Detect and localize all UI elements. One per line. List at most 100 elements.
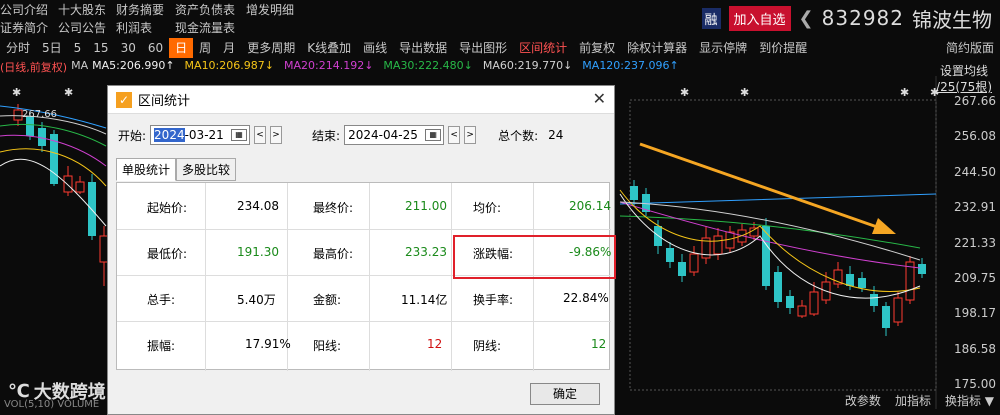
menu-security-intro[interactable]: 证券简介 bbox=[0, 19, 48, 36]
ma30-value: MA30:222.480↓ bbox=[383, 59, 473, 72]
tab-single-stock[interactable]: 单股统计 bbox=[116, 158, 177, 181]
add-indicator-button[interactable]: 加指标 bbox=[895, 392, 931, 409]
up-candles-label: 阳线: bbox=[313, 339, 342, 353]
open-price-label: 起始价: bbox=[147, 201, 188, 215]
tb-week[interactable]: 周 bbox=[193, 38, 217, 58]
ma-prefix: MA bbox=[71, 59, 89, 72]
low-price-label: 最低价: bbox=[147, 247, 188, 261]
axis-tick: 244.50 bbox=[954, 165, 996, 179]
margin-badge[interactable]: 融 bbox=[701, 7, 721, 29]
tb-forward-adjust[interactable]: 前复权 bbox=[573, 38, 621, 58]
count-label: 总个数: bbox=[498, 128, 539, 143]
app-check-icon: ✓ bbox=[116, 91, 132, 108]
tb-day[interactable]: 日 bbox=[169, 38, 194, 58]
tb-60min[interactable]: 60 bbox=[142, 38, 169, 58]
event-marker-icon[interactable]: ✱ bbox=[900, 86, 909, 99]
menu-balance-sheet[interactable]: 资产负债表 bbox=[175, 1, 235, 18]
switch-indicator-button[interactable]: 换指标 ▼ bbox=[945, 392, 994, 409]
tb-5day[interactable]: 5日 bbox=[36, 38, 68, 58]
event-marker-icon[interactable]: ✱ bbox=[64, 86, 73, 99]
ma5-value: MA5:206.990↑ bbox=[92, 59, 175, 72]
menu-income-statement[interactable]: 利润表 bbox=[116, 19, 152, 36]
event-marker-icon[interactable]: ✱ bbox=[12, 86, 21, 99]
event-marker-icon[interactable]: ✱ bbox=[740, 86, 749, 99]
tb-more-periods[interactable]: 更多周期 bbox=[241, 38, 301, 58]
candle-body bbox=[846, 274, 854, 286]
change-params-button[interactable]: 改参数 bbox=[845, 392, 881, 409]
count-value: 24 bbox=[548, 128, 564, 142]
add-watchlist-button[interactable]: 加入自选 bbox=[728, 5, 791, 31]
menu-cashflow[interactable]: 现金流量表 bbox=[175, 19, 235, 36]
amplitude-value: 17.91% bbox=[245, 337, 291, 351]
amount-label: 金额: bbox=[313, 293, 342, 307]
menu-issuance-details[interactable]: 增发明细 bbox=[246, 1, 294, 18]
axis-tick: 256.08 bbox=[954, 129, 996, 143]
tb-simple-layout[interactable]: 简约版面 bbox=[940, 38, 1000, 58]
date-row: 开始: 2024-03-21 ▦ < > 结束: 2024-04-25 ▦ < … bbox=[118, 125, 563, 145]
stock-header: 融 加入自选 ❮ 832982 锦波生物 bbox=[701, 4, 992, 32]
ma120-value: MA120:237.096↑ bbox=[582, 59, 679, 72]
tb-draw-line[interactable]: 画线 bbox=[357, 38, 393, 58]
calendar-icon[interactable]: ▦ bbox=[425, 129, 442, 141]
high-price-label: 最高价: bbox=[313, 247, 354, 261]
menu-company-intro[interactable]: 公司介绍 bbox=[0, 1, 48, 18]
tb-show-suspension[interactable]: 显示停牌 bbox=[693, 38, 753, 58]
candle-body bbox=[893, 297, 903, 323]
axis-tick: 232.91 bbox=[954, 200, 996, 214]
tb-ex-rights-calc[interactable]: 除权计算器 bbox=[621, 38, 693, 58]
candle-body bbox=[918, 264, 926, 274]
candle-body bbox=[870, 294, 878, 306]
avg-price-label: 均价: bbox=[473, 201, 502, 215]
menu-announcements[interactable]: 公司公告 bbox=[58, 19, 106, 36]
menu-financial-summary[interactable]: 财务摘要 bbox=[116, 1, 164, 18]
volume-label: 总手: bbox=[147, 293, 176, 307]
start-prev-button[interactable]: < bbox=[254, 126, 267, 144]
up-candles-value: 12 bbox=[427, 337, 443, 351]
tb-export-data[interactable]: 导出数据 bbox=[393, 38, 453, 58]
end-prev-button[interactable]: < bbox=[448, 126, 461, 144]
candle-body bbox=[666, 248, 674, 262]
close-icon[interactable]: ✕ bbox=[593, 89, 606, 108]
tb-intraday[interactable]: 分时 bbox=[0, 38, 36, 58]
high-price-value: 233.23 bbox=[405, 245, 447, 259]
event-marker-icon[interactable]: ✱ bbox=[930, 86, 939, 99]
start-date-input[interactable]: 2024-03-21 ▦ bbox=[150, 125, 251, 145]
start-label: 开始: bbox=[118, 128, 147, 143]
tb-5min[interactable]: 5 bbox=[68, 38, 88, 58]
change-highlight-box bbox=[453, 235, 616, 279]
candle-body bbox=[689, 253, 699, 273]
end-date-input[interactable]: 2024-04-25 ▦ bbox=[344, 125, 445, 145]
candle-body bbox=[809, 291, 819, 315]
tb-export-graph[interactable]: 导出图形 bbox=[453, 38, 513, 58]
tb-range-stats[interactable]: 区间统计 bbox=[513, 38, 573, 58]
tb-price-alert[interactable]: 到价提醒 bbox=[753, 38, 813, 58]
end-next-button[interactable]: > bbox=[464, 126, 477, 144]
close-price-value: 211.00 bbox=[405, 199, 447, 213]
period-toolbar: 分时 5日 5 15 30 60 日 周 月 更多周期 K线叠加 画线 导出数据… bbox=[0, 38, 1000, 58]
menu-top10-holders[interactable]: 十大股东 bbox=[58, 1, 106, 18]
axis-tick: 186.58 bbox=[954, 342, 996, 356]
axis-tick: 175.00 bbox=[954, 377, 996, 391]
candle-body bbox=[882, 306, 890, 328]
ma10-value: MA10:206.987↓ bbox=[184, 59, 274, 72]
dialog-titlebar: ✓ 区间统计 bbox=[108, 86, 614, 114]
event-marker-icon[interactable]: ✱ bbox=[680, 86, 689, 99]
tab-multi-stock[interactable]: 多股比较 bbox=[176, 158, 237, 181]
candle-body bbox=[13, 109, 23, 121]
calendar-icon[interactable]: ▦ bbox=[231, 129, 248, 141]
tb-15min[interactable]: 15 bbox=[87, 38, 114, 58]
tb-30min[interactable]: 30 bbox=[115, 38, 142, 58]
ma-legend: (日线,前复权) MA MA5:206.990↑ MA10:206.987↓ M… bbox=[0, 59, 1000, 75]
tb-kline-overlay[interactable]: K线叠加 bbox=[301, 38, 357, 58]
stock-code: 832982 bbox=[821, 6, 904, 30]
start-next-button[interactable]: > bbox=[270, 126, 283, 144]
tb-month[interactable]: 月 bbox=[217, 38, 241, 58]
prev-stock-icon[interactable]: ❮ bbox=[799, 8, 814, 29]
axis-tick: 198.17 bbox=[954, 306, 996, 320]
axis-tick: 221.33 bbox=[954, 236, 996, 250]
ma20-value: MA20:214.192↓ bbox=[283, 59, 374, 72]
dialog-title: 区间统计 bbox=[138, 94, 191, 109]
ok-button[interactable]: 确定 bbox=[530, 383, 600, 405]
candle-body bbox=[774, 272, 782, 302]
range-stats-dialog: ✓ 区间统计 ✕ 开始: 2024-03-21 ▦ < > 结束: 2024-0… bbox=[107, 85, 616, 415]
